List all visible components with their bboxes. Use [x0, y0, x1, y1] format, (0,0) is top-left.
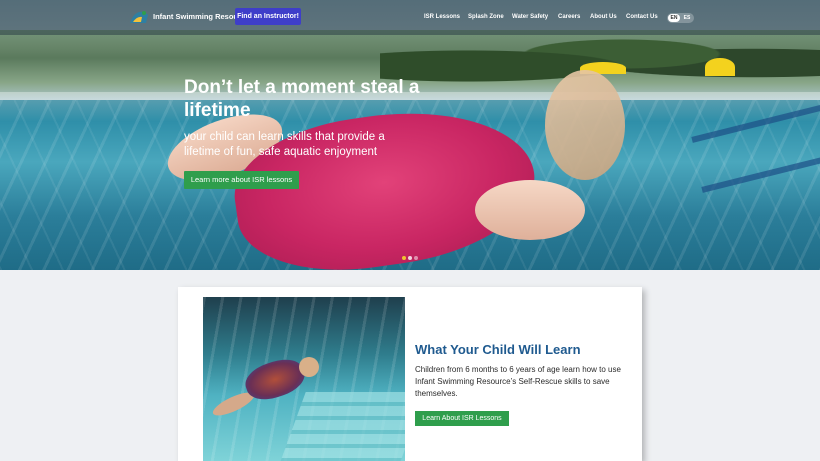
feature-description: Children from 6 months to 6 years of age… — [415, 365, 621, 398]
isr-logo-icon[interactable] — [129, 8, 149, 25]
find-instructor-button[interactable]: Find an Instructor! — [235, 8, 301, 25]
nav-water-safety[interactable]: Water Safety — [512, 14, 548, 20]
learn-more-button[interactable]: Learn more about ISR lessons — [184, 171, 299, 189]
feature-title: What Your Child Will Learn — [415, 342, 581, 357]
carousel-dot[interactable] — [402, 256, 406, 260]
language-es[interactable]: ES — [682, 14, 692, 22]
nav-about-us[interactable]: About Us — [590, 14, 617, 20]
child-arm — [475, 180, 585, 240]
feature-swimmer-image — [203, 297, 405, 461]
language-toggle[interactable]: EN ES — [667, 13, 694, 23]
top-navigation: Infant Swimming Resource Find an Instruc… — [0, 0, 820, 35]
child-head — [545, 70, 625, 180]
hero-subtitle: your child can learn skills that provide… — [184, 131, 385, 158]
carousel-dot[interactable] — [414, 256, 418, 260]
language-en[interactable]: EN — [668, 14, 680, 22]
hero-title: Don’t let a moment steal a lifetime — [184, 77, 420, 121]
carousel-dot[interactable] — [408, 256, 412, 260]
umbrella-icon — [705, 58, 735, 76]
learn-about-isr-button[interactable]: Learn About ISR Lessons — [415, 411, 509, 426]
nav-isr-lessons[interactable]: ISR Lessons — [424, 14, 460, 20]
nav-careers[interactable]: Careers — [558, 14, 580, 20]
swimmer-head — [299, 357, 319, 377]
nav-splash-zone[interactable]: Splash Zone — [468, 14, 504, 20]
nav-contact-us[interactable]: Contact Us — [626, 14, 658, 20]
hero-banner: Don’t let a moment steal a lifetime your… — [0, 0, 820, 270]
